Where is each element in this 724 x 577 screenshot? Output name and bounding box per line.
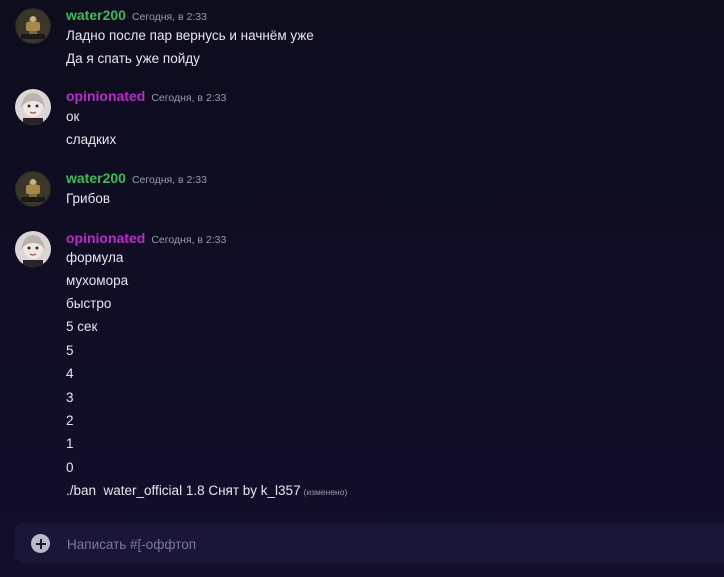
timestamp: Сегодня, в 2:33 — [131, 11, 207, 23]
plus-circle-icon[interactable] — [31, 534, 50, 553]
avatar-water200[interactable] — [15, 8, 51, 44]
message-text: 0 — [66, 460, 74, 475]
timestamp: Сегодня, в 2:33 — [151, 234, 227, 246]
message-text: Ладно после пар вернусь и начнём уже — [66, 28, 314, 43]
message-header: opinionated Сегодня, в 2:33 — [66, 230, 226, 248]
avatar-image — [15, 89, 51, 125]
avatar-image — [15, 231, 51, 267]
message-header: water200 Сегодня, в 2:33 — [66, 7, 207, 25]
avatar-image — [15, 171, 51, 207]
avatar-water200[interactable] — [15, 171, 51, 207]
message-text: 5 сек — [66, 319, 98, 334]
message-input[interactable] — [65, 531, 709, 557]
avatar-image — [15, 8, 51, 44]
edited-label: (изменено) — [303, 487, 348, 497]
username[interactable]: opinionated — [66, 88, 145, 104]
username[interactable]: opinionated — [66, 230, 145, 246]
message-list: water200 Сегодня, в 2:33 Ладно после пар … — [0, 0, 724, 510]
timestamp: Сегодня, в 2:33 — [131, 174, 207, 186]
message-text: ок — [66, 109, 80, 124]
message-text: формула — [66, 250, 124, 265]
message-text-edited: ./ban water_official 1.8 Снят by k_l357(… — [66, 483, 347, 500]
message-text: ./ban water_official 1.8 Снят by k_l357 — [66, 483, 301, 498]
message-composer — [15, 523, 724, 563]
avatar-opinionated[interactable] — [15, 231, 51, 267]
avatar-opinionated[interactable] — [15, 89, 51, 125]
message-text: быстро — [66, 296, 112, 311]
message-text: Да я спать уже пойду — [66, 51, 200, 66]
username[interactable]: water200 — [66, 7, 126, 23]
message-text: 1 — [66, 436, 74, 451]
message-text: Грибов — [66, 191, 111, 206]
message-header: water200 Сегодня, в 2:33 — [66, 170, 207, 188]
message-text: мухомора — [66, 273, 129, 288]
timestamp: Сегодня, в 2:33 — [151, 92, 227, 104]
message-header: opinionated Сегодня, в 2:33 — [66, 88, 226, 106]
username[interactable]: water200 — [66, 170, 126, 186]
message-text: сладких — [66, 132, 117, 147]
message-text: 3 — [66, 390, 74, 405]
message-text: 2 — [66, 413, 74, 428]
message-text: 5 — [66, 343, 74, 358]
message-text: 4 — [66, 366, 74, 381]
